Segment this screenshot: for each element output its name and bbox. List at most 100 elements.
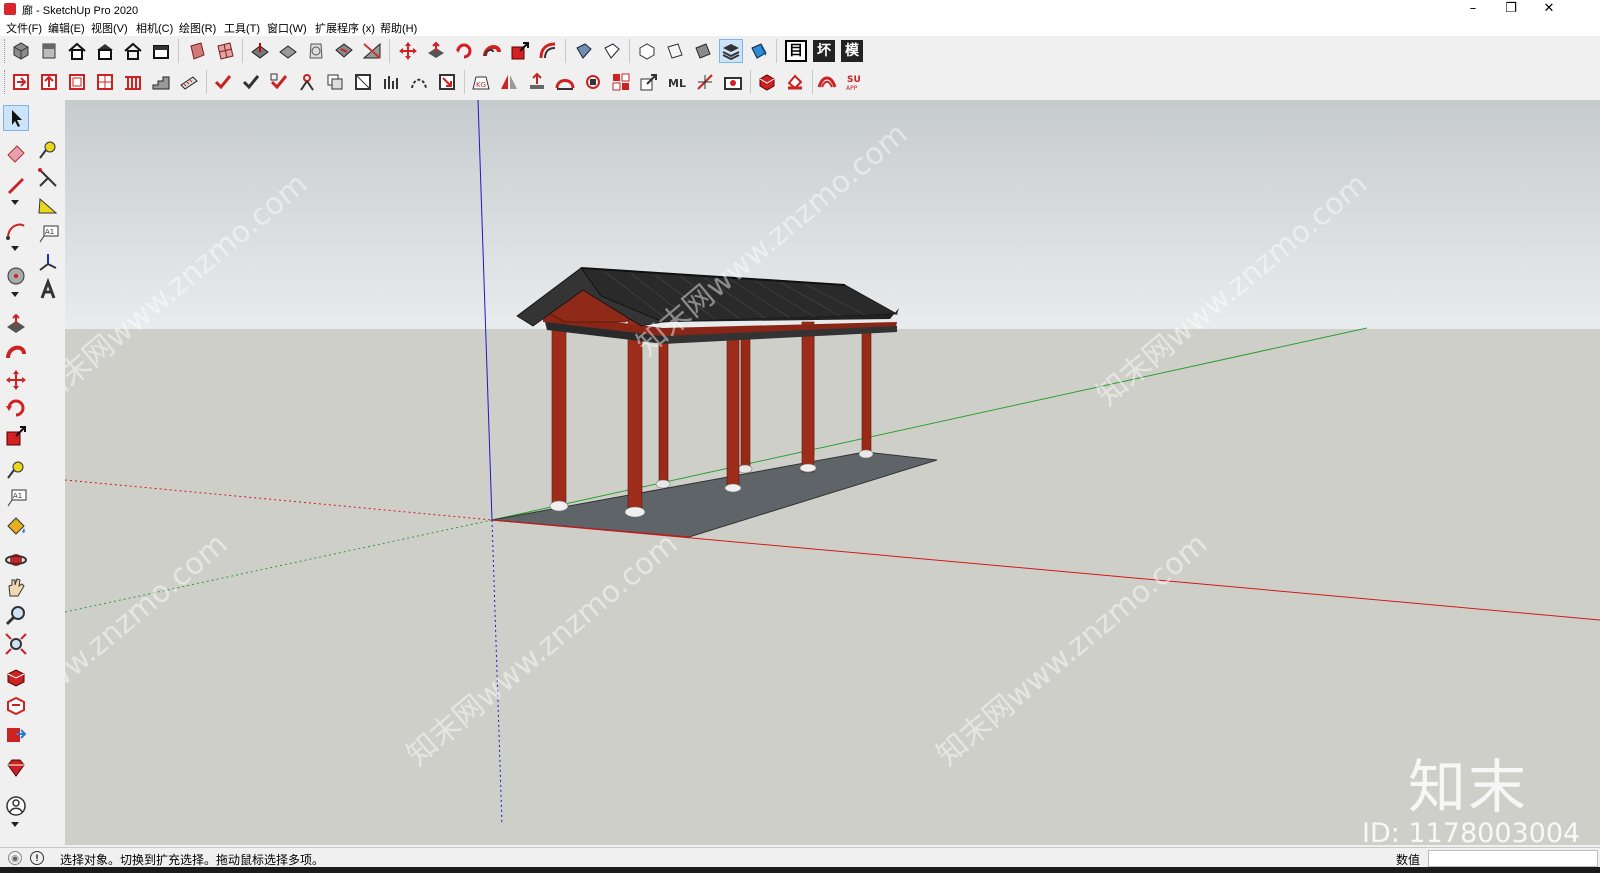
- menu-camera[interactable]: 相机(C): [136, 20, 173, 36]
- close-button[interactable]: ✕: [1530, 0, 1568, 18]
- plugin-wave-icon[interactable]: [816, 71, 838, 93]
- menu-extensions[interactable]: 扩展程序 (x): [315, 20, 375, 36]
- shapes-dropdown-caret[interactable]: [11, 292, 19, 297]
- box-icon[interactable]: [636, 40, 658, 62]
- plugin-red-box-icon[interactable]: [756, 71, 778, 93]
- account-dropdown-caret[interactable]: [11, 822, 19, 827]
- face-style-icon[interactable]: [664, 40, 686, 62]
- menu-file[interactable]: 文件(F): [6, 20, 42, 36]
- model-viewport[interactable]: 知末网www.znzmo.com 知末网www.znzmo.com 知末网www…: [65, 100, 1600, 845]
- line-dropdown-caret[interactable]: [11, 200, 19, 205]
- plugin-export-icon[interactable]: [638, 71, 660, 93]
- arc-dropdown-caret[interactable]: [11, 246, 19, 251]
- menu-window[interactable]: 窗口(W): [267, 20, 307, 36]
- plugin-kg-icon[interactable]: KG: [470, 71, 492, 93]
- share-model-icon[interactable]: [4, 722, 28, 746]
- scale-icon[interactable]: [509, 40, 531, 62]
- push-pull-style-icon[interactable]: [249, 40, 271, 62]
- orbit-icon[interactable]: [4, 548, 28, 572]
- plugin-arc-icon[interactable]: [408, 71, 430, 93]
- line-pencil-icon[interactable]: [4, 172, 28, 196]
- environment-plugin-button[interactable]: 坏: [813, 40, 835, 62]
- textured-style-icon[interactable]: [333, 40, 355, 62]
- plugin-arch-icon[interactable]: [554, 71, 576, 93]
- plugin-arrow-box-icon[interactable]: [436, 71, 458, 93]
- plugin-array-icon[interactable]: [610, 71, 632, 93]
- materials-icon[interactable]: [748, 40, 770, 62]
- front-view-icon[interactable]: [66, 40, 88, 62]
- push-pull-tool-icon[interactable]: [4, 312, 28, 336]
- plugin-measure-icon[interactable]: [178, 71, 200, 93]
- extension-warehouse-icon[interactable]: [4, 694, 28, 718]
- text-label-icon[interactable]: A1: [36, 222, 60, 246]
- rotate-tool-icon[interactable]: [4, 396, 28, 420]
- arc-icon[interactable]: [4, 218, 28, 242]
- warehouse-icon[interactable]: [4, 666, 28, 690]
- info-icon[interactable]: !: [30, 851, 44, 865]
- move-tool-left-icon[interactable]: [4, 368, 28, 392]
- toolbar-grip[interactable]: [4, 70, 8, 94]
- plugin-door-icon[interactable]: [10, 71, 32, 93]
- offset-icon[interactable]: [537, 40, 559, 62]
- rotate-icon[interactable]: [453, 40, 475, 62]
- plugin-check-2-icon[interactable]: [240, 71, 262, 93]
- user-account-icon[interactable]: [4, 794, 28, 818]
- model-plugin-button[interactable]: 模: [841, 40, 863, 62]
- zoom-icon[interactable]: [4, 604, 28, 628]
- protractor-icon[interactable]: [36, 194, 60, 218]
- plugin-copy-icon[interactable]: [324, 71, 346, 93]
- xray-style-icon[interactable]: [186, 40, 208, 62]
- measurements-input[interactable]: [1428, 850, 1598, 867]
- left-view-icon[interactable]: [150, 40, 172, 62]
- section-plane-icon[interactable]: [573, 40, 595, 62]
- toolbar-grip[interactable]: [4, 39, 8, 63]
- geolocation-icon[interactable]: ◉: [8, 851, 22, 865]
- plugin-window-icon[interactable]: [66, 71, 88, 93]
- scale-tool-icon[interactable]: [4, 424, 28, 448]
- plugin-check-3-icon[interactable]: [268, 71, 290, 93]
- axes-icon[interactable]: [36, 250, 60, 274]
- plugin-camera-icon[interactable]: [722, 71, 744, 93]
- solid-style-icon[interactable]: [692, 40, 714, 62]
- ruby-console-icon[interactable]: [4, 756, 28, 780]
- plugin-bars-icon[interactable]: [380, 71, 402, 93]
- plugin-wall-up-icon[interactable]: [38, 71, 60, 93]
- plugin-rotate-copy-icon[interactable]: [582, 71, 604, 93]
- shaded-style-icon[interactable]: [305, 40, 327, 62]
- plugin-mirror-icon[interactable]: [498, 71, 520, 93]
- plugin-check-1-icon[interactable]: [212, 71, 234, 93]
- push-pull-icon[interactable]: [425, 40, 447, 62]
- plugin-drop-icon[interactable]: [526, 71, 548, 93]
- plugin-railing-icon[interactable]: [122, 71, 144, 93]
- select-arrow-icon[interactable]: [3, 105, 29, 131]
- plugin-grid-icon[interactable]: [94, 71, 116, 93]
- menu-draw[interactable]: 绘图(R): [179, 20, 216, 36]
- tape-measure-icon[interactable]: [36, 138, 60, 162]
- three-d-text-icon[interactable]: [36, 278, 60, 302]
- back-view-icon[interactable]: [122, 40, 144, 62]
- section-fill-icon[interactable]: [601, 40, 623, 62]
- maximize-button[interactable]: ❐: [1492, 0, 1530, 18]
- minimize-button[interactable]: –: [1454, 0, 1492, 18]
- top-view-icon[interactable]: [38, 40, 60, 62]
- text-tool-icon[interactable]: A1: [4, 486, 28, 510]
- plugin-ml-icon[interactable]: ML: [666, 71, 688, 93]
- menu-help[interactable]: 帮助(H): [380, 20, 417, 36]
- follow-me-icon[interactable]: [481, 40, 503, 62]
- pan-hand-icon[interactable]: [4, 576, 28, 600]
- menu-tools[interactable]: 工具(T): [224, 20, 260, 36]
- plugin-slice-icon[interactable]: [694, 71, 716, 93]
- follow-me-tool-icon[interactable]: [4, 340, 28, 364]
- eraser-icon[interactable]: [4, 140, 28, 164]
- iso-view-icon[interactable]: [10, 40, 32, 62]
- tape-measure-tool-icon[interactable]: [4, 458, 28, 482]
- hidden-line-icon[interactable]: [277, 40, 299, 62]
- plugin-frame-icon[interactable]: [352, 71, 374, 93]
- su-app-icon[interactable]: SU APP: [844, 71, 866, 93]
- shapes-circle-icon[interactable]: [4, 264, 28, 288]
- move-tool-icon[interactable]: [397, 40, 419, 62]
- layers-icon[interactable]: [719, 39, 743, 63]
- plugin-compass-icon[interactable]: [296, 71, 318, 93]
- paint-bucket-icon[interactable]: [4, 514, 28, 538]
- plugin-paint-icon[interactable]: [784, 71, 806, 93]
